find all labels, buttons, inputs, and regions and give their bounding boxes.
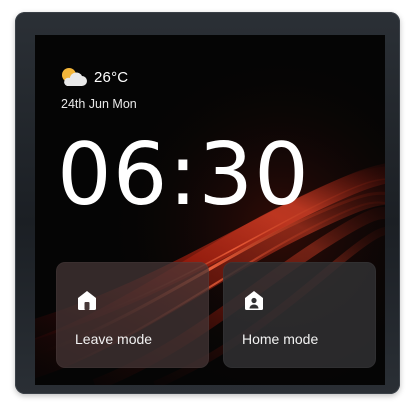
partly-cloudy-icon bbox=[62, 68, 87, 86]
home-mode-label: Home mode bbox=[242, 331, 319, 347]
home-icon bbox=[78, 291, 96, 310]
temperature-text: 26°C bbox=[94, 68, 129, 86]
panel-screen: 26°C 24th Jun Mon 06:30 Leave mode Home … bbox=[35, 35, 385, 385]
leave-mode-label: Leave mode bbox=[75, 331, 153, 347]
home-person-icon bbox=[245, 291, 263, 310]
home-mode-button[interactable]: Home mode bbox=[223, 262, 376, 368]
date-text: 24th Jun Mon bbox=[61, 97, 137, 111]
leave-mode-button[interactable]: Leave mode bbox=[56, 262, 209, 368]
weather-widget: 26°C bbox=[58, 65, 128, 89]
clock-time: 06:30 bbox=[57, 125, 310, 225]
